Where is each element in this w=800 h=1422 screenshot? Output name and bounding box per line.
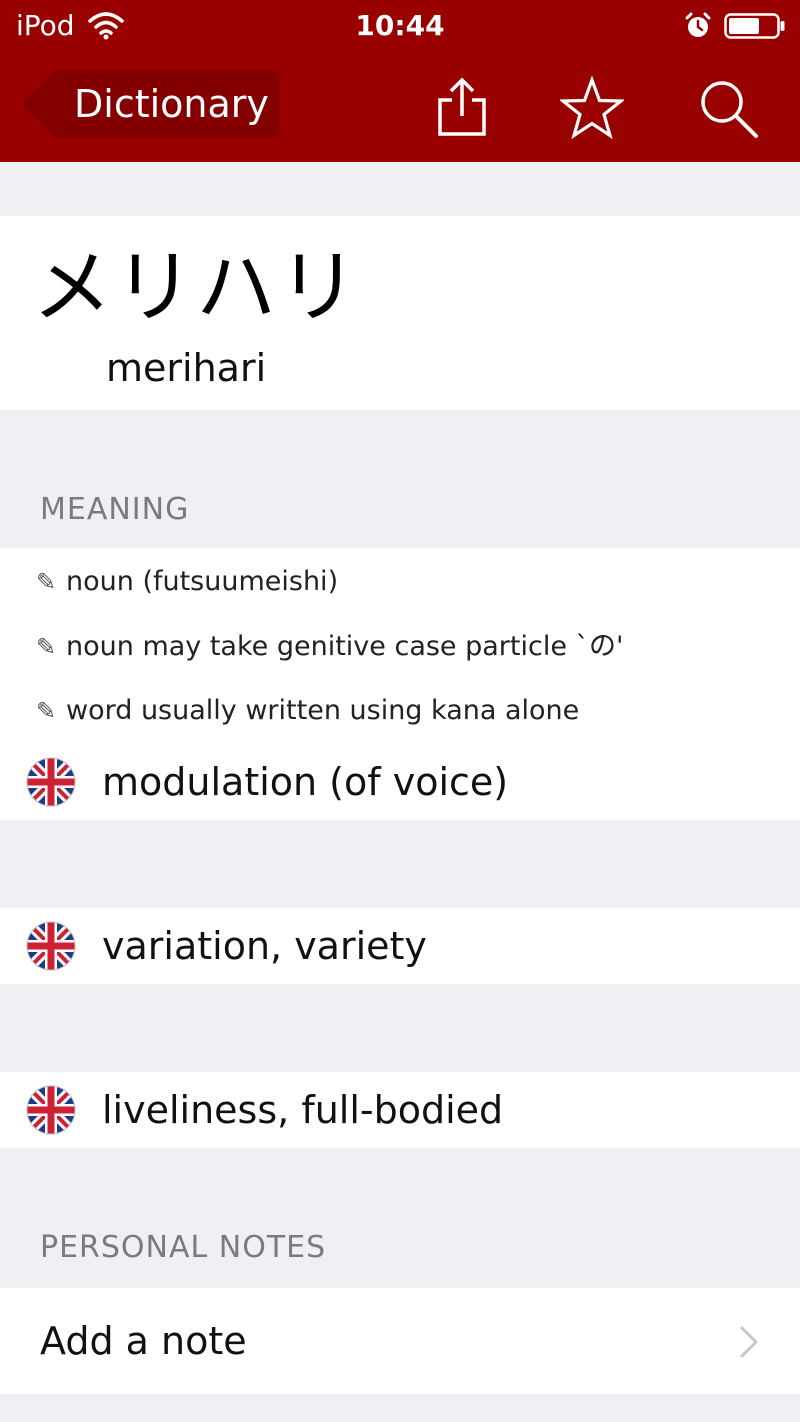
personal-notes-section-header: PERSONAL NOTES — [40, 1230, 327, 1265]
definition-row: variation, variety — [0, 908, 800, 984]
meaning-section: ✎ noun (futsuumeishi) ✎ noun may take geni… — [0, 548, 800, 820]
word-kana: メリハリ — [32, 241, 360, 334]
add-note-row[interactable]: Add a note — [0, 1288, 800, 1394]
grammar-tag: ✎ noun may take genitive case particle `の… — [36, 625, 623, 669]
alarm-icon — [685, 12, 711, 37]
word-romaji: merihari — [106, 346, 267, 390]
grammar-tag-text: noun (futsuumeishi) — [66, 566, 339, 597]
search-icon[interactable] — [696, 76, 760, 140]
uk-flag-icon — [26, 757, 76, 807]
add-note-label: Add a note — [40, 1319, 247, 1363]
pencil-icon: ✎ — [36, 568, 57, 596]
uk-flag-icon — [26, 1085, 76, 1135]
definition-row: modulation (of voice) — [0, 744, 800, 820]
back-button[interactable]: Dictionary — [20, 68, 282, 140]
grammar-tag-text: noun may take genitive case particle `の' — [66, 631, 624, 662]
status-time: 10:44 — [355, 9, 445, 42]
meaning-section-header: MEANING — [40, 492, 190, 527]
pencil-icon: ✎ — [36, 697, 57, 725]
definition-text: variation, variety — [102, 924, 427, 968]
word-card: メリハリ merihari — [0, 216, 800, 410]
definition-row: liveliness, full-bodied — [0, 1072, 800, 1148]
header: iPod 10:44 Dictionary — [0, 0, 800, 162]
definition-text: liveliness, full-bodied — [102, 1088, 504, 1132]
status-bar: iPod 10:44 — [0, 0, 800, 54]
battery-icon — [724, 13, 785, 39]
star-icon[interactable] — [560, 76, 624, 140]
grammar-tag: ✎ noun (futsuumeishi) — [36, 560, 338, 604]
dictionary-entry-screen: iPod 10:44 Dictionary メリハリ merihari MEAN… — [0, 0, 800, 1422]
definition-text: modulation (of voice) — [102, 760, 509, 804]
back-button-label: Dictionary — [74, 82, 269, 126]
chevron-right-icon — [740, 1326, 758, 1358]
uk-flag-icon — [26, 921, 76, 971]
share-icon[interactable] — [430, 76, 494, 140]
grammar-tag-text: word usually written using kana alone — [66, 695, 580, 726]
grammar-tag: ✎ word usually written using kana alone — [36, 689, 579, 733]
pencil-icon: ✎ — [36, 633, 57, 661]
